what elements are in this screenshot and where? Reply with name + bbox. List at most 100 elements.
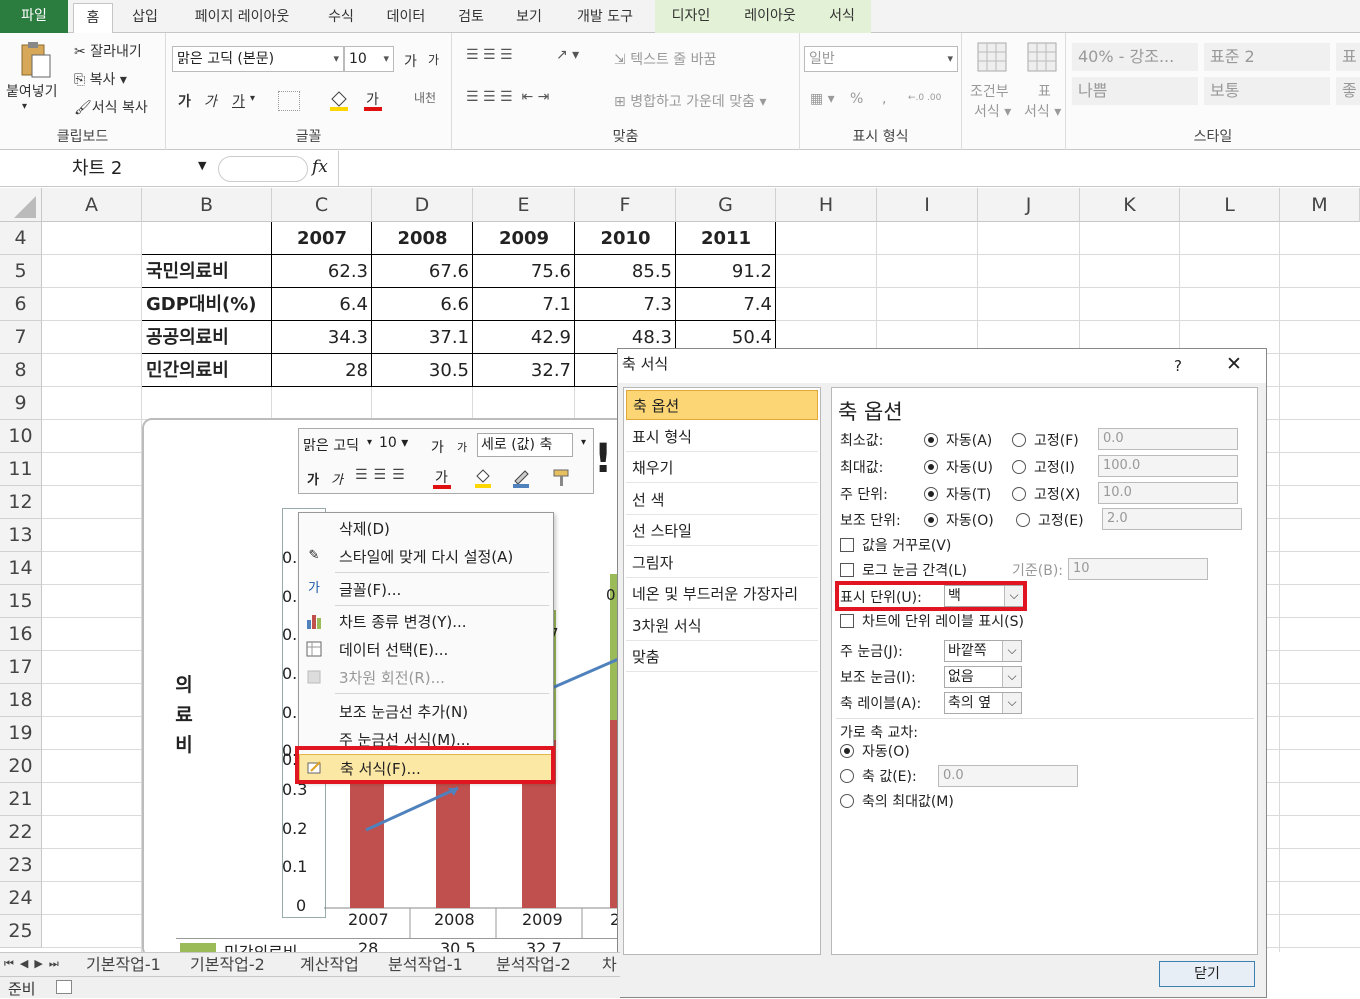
row-header-9[interactable]: 9 bbox=[0, 387, 42, 420]
column-header-L[interactable]: L bbox=[1180, 188, 1280, 222]
comma-button[interactable]: , bbox=[882, 91, 886, 107]
chart-element-combo[interactable]: 세로 (값) 축 bbox=[477, 433, 573, 457]
format-painter-button[interactable]: 🖌서식 복사 bbox=[74, 97, 148, 117]
style-table[interactable]: 표 bbox=[1336, 43, 1360, 71]
column-header-H[interactable]: H bbox=[776, 188, 877, 222]
percent-button[interactable]: % bbox=[850, 91, 863, 107]
align-top-icon[interactable]: ☰ ☰ ☰ bbox=[466, 47, 513, 63]
sheet-tab-4[interactable]: 분석작업-2 bbox=[496, 955, 571, 975]
max-input[interactable]: 100.0 bbox=[1098, 455, 1238, 477]
table-cell[interactable]: 67.6 bbox=[372, 255, 473, 288]
conditional-format-button[interactable]: 조건부 bbox=[970, 81, 1009, 101]
row-header-5[interactable]: 5 bbox=[0, 255, 42, 288]
sheet-tab-0[interactable]: 기본작업-1 bbox=[86, 955, 161, 975]
major-unit-input[interactable]: 10.0 bbox=[1098, 482, 1238, 504]
macro-record-icon[interactable] bbox=[56, 980, 72, 994]
column-header-A[interactable]: A bbox=[42, 188, 142, 222]
tab-review[interactable]: 검토 bbox=[446, 3, 496, 33]
row-header-7[interactable]: 7 bbox=[0, 321, 42, 354]
mini-outline-icon[interactable] bbox=[511, 467, 533, 489]
tab-layout[interactable]: 레이아웃 bbox=[727, 0, 813, 33]
minor-unit-input[interactable]: 2.0 bbox=[1102, 508, 1242, 530]
name-box-dropdown-icon[interactable]: ▼ bbox=[198, 159, 206, 172]
copy-button[interactable]: ⎘ 복사 ▾ bbox=[74, 69, 127, 89]
column-header-I[interactable]: I bbox=[877, 188, 978, 222]
tab-design[interactable]: 디자인 bbox=[655, 0, 727, 33]
font-color-button[interactable]: 가 bbox=[366, 89, 379, 109]
row-header-6[interactable]: 6 bbox=[0, 288, 42, 321]
sheet-tab-1[interactable]: 기본작업-2 bbox=[190, 955, 265, 975]
row-header-11[interactable]: 11 bbox=[0, 453, 42, 486]
style-neutral[interactable]: 보통 bbox=[1204, 77, 1330, 105]
nav-item-1[interactable]: 표시 형식 bbox=[626, 422, 818, 452]
table-cell[interactable]: 75.6 bbox=[473, 255, 575, 288]
help-button[interactable]: ? bbox=[1174, 351, 1182, 381]
tab-developer[interactable]: 개발 도구 bbox=[562, 3, 648, 33]
cut-button[interactable]: ✂ 잘라내기 bbox=[74, 41, 142, 61]
column-header-D[interactable]: D bbox=[372, 188, 473, 222]
table-cell[interactable]: 42.9 bbox=[473, 321, 575, 354]
row-header-21[interactable]: 21 bbox=[0, 783, 42, 816]
close-icon[interactable]: ✕ bbox=[1226, 349, 1242, 379]
tab-file[interactable]: 파일 bbox=[0, 0, 68, 33]
minor-unit-auto-radio[interactable] bbox=[924, 513, 938, 527]
row-header-19[interactable]: 19 bbox=[0, 717, 42, 750]
fx-icon[interactable]: fx bbox=[312, 157, 328, 177]
paste-icon[interactable] bbox=[18, 41, 52, 81]
nav-item-5[interactable]: 그림자 bbox=[626, 548, 818, 578]
row-header-4[interactable]: 4 bbox=[0, 222, 42, 255]
column-header-E[interactable]: E bbox=[473, 188, 575, 222]
sheet-tab-2[interactable]: 계산작업 bbox=[300, 955, 359, 975]
menu-item-add-minor-gridlines[interactable]: 보조 눈금선 추가(N) bbox=[299, 698, 553, 726]
nav-item-8[interactable]: 맞춤 bbox=[626, 642, 818, 672]
minor-tick-select[interactable]: 없음 bbox=[944, 666, 1022, 688]
underline-button[interactable]: 가 bbox=[232, 91, 245, 111]
close-button[interactable]: 닫기 bbox=[1159, 961, 1255, 987]
nav-item-7[interactable]: 3차원 서식 bbox=[626, 611, 818, 641]
column-header-J[interactable]: J bbox=[978, 188, 1080, 222]
mini-bold[interactable]: 가 bbox=[307, 469, 319, 488]
cross-max-radio[interactable] bbox=[840, 794, 854, 808]
style-normal-2[interactable]: 표준 2 bbox=[1204, 43, 1330, 71]
row-header-14[interactable]: 14 bbox=[0, 552, 42, 585]
table-cell[interactable]: 91.2 bbox=[676, 255, 776, 288]
table-cell[interactable]: 32.7 bbox=[473, 354, 575, 387]
italic-button[interactable]: 가 bbox=[204, 91, 217, 111]
column-header-C[interactable]: C bbox=[272, 188, 372, 222]
menu-item-reset-style[interactable]: ✎ 스타일에 맞게 다시 설정(A) bbox=[299, 543, 553, 571]
table-cell[interactable]: 28 bbox=[272, 354, 372, 387]
accounting-icon[interactable]: ▦ ▾ bbox=[810, 91, 835, 107]
menu-item-delete[interactable]: 삭제(D) bbox=[299, 515, 553, 543]
merge-center-button[interactable]: ⊞ 병합하고 가운데 맞춤 ▾ bbox=[614, 91, 767, 111]
mini-italic[interactable]: 가 bbox=[331, 469, 343, 488]
column-header-K[interactable]: K bbox=[1080, 188, 1180, 222]
cross-auto-radio[interactable] bbox=[840, 744, 854, 758]
table-format-button[interactable]: 표 bbox=[1038, 81, 1051, 101]
wrap-text-button[interactable]: ⇲ 텍스트 줄 바꿈 bbox=[614, 49, 716, 69]
mini-grow-font[interactable]: 가 bbox=[431, 437, 444, 457]
border-icon[interactable] bbox=[278, 91, 300, 111]
nav-item-4[interactable]: 선 스타일 bbox=[626, 516, 818, 546]
number-format-combo[interactable]: 일반 bbox=[804, 46, 958, 72]
column-header-B[interactable]: B bbox=[142, 188, 272, 222]
paste-button[interactable]: 붙여넣기 bbox=[6, 81, 58, 101]
row-header-10[interactable]: 10 bbox=[0, 420, 42, 453]
mini-format-painter-icon[interactable] bbox=[551, 467, 573, 489]
log-scale-checkbox[interactable] bbox=[840, 563, 854, 577]
tab-insert[interactable]: 삽입 bbox=[120, 3, 170, 33]
font-name-combo[interactable]: 맑은 고딕 (본문) bbox=[172, 46, 344, 72]
table-cell[interactable]: 7.4 bbox=[676, 288, 776, 321]
tab-home[interactable]: 홈 bbox=[73, 3, 113, 34]
min-auto-radio[interactable] bbox=[924, 433, 938, 447]
shrink-font-button[interactable]: 가 bbox=[428, 51, 439, 68]
major-tick-select[interactable]: 바깥쪽 bbox=[944, 640, 1022, 662]
max-fixed-radio[interactable] bbox=[1012, 460, 1026, 474]
table-cell[interactable]: 30.5 bbox=[372, 354, 473, 387]
grow-font-button[interactable]: 가 bbox=[404, 51, 417, 71]
formula-input[interactable] bbox=[338, 151, 1360, 187]
major-unit-fixed-radio[interactable] bbox=[1012, 487, 1026, 501]
column-header-F[interactable]: F bbox=[575, 188, 676, 222]
tab-formulas[interactable]: 수식 bbox=[316, 3, 366, 33]
row-header-22[interactable]: 22 bbox=[0, 816, 42, 849]
increase-decimal-button[interactable]: ←.0 .00 bbox=[908, 93, 941, 103]
